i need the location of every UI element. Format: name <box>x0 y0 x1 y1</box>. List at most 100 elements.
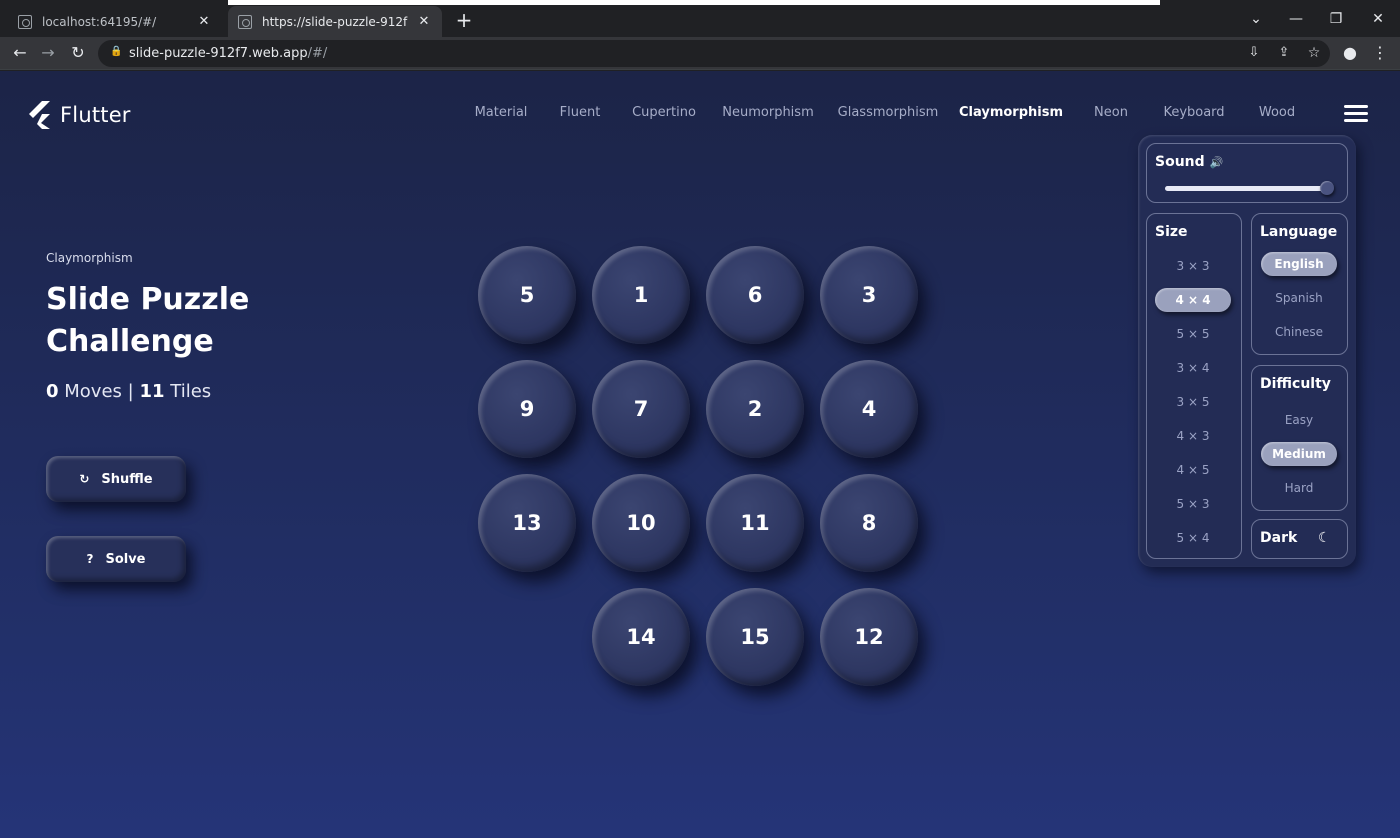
size-option[interactable]: 5 × 3 <box>1155 492 1231 516</box>
solve-label: Solve <box>105 551 146 567</box>
difficulty-option[interactable]: Hard <box>1261 476 1337 500</box>
size-option[interactable]: 3 × 3 <box>1155 254 1231 278</box>
language-heading: Language <box>1260 224 1338 240</box>
puzzle-info: Claymorphism Slide Puzzle Challenge 0 Mo… <box>46 251 306 402</box>
url-text: slide-puzzle-912f7.web.app/#/ <box>129 46 327 61</box>
language-option[interactable]: Spanish <box>1261 286 1337 310</box>
profile-avatar-icon[interactable]: ● <box>1338 41 1362 65</box>
close-tab-icon[interactable]: ✕ <box>416 14 432 29</box>
moves-label: Moves <box>64 381 122 402</box>
size-option[interactable]: 4 × 3 <box>1155 424 1231 448</box>
bookmark-star-icon[interactable]: ☆ <box>1302 41 1326 65</box>
size-option-selected[interactable]: 4 × 4 <box>1155 288 1231 312</box>
puzzle-tile[interactable]: 7 <box>592 360 690 458</box>
shuffle-label: Shuffle <box>101 471 153 487</box>
puzzle-tile[interactable]: 6 <box>706 246 804 344</box>
speaker-icon: 🔊 <box>1209 156 1224 169</box>
settings-panel: Sound 🔊 Size 3 × 3 4 × 4 5 × 5 3 × 4 3 ×… <box>1138 135 1356 567</box>
size-box: Size 3 × 3 4 × 4 5 × 5 3 × 4 3 × 5 4 × 3… <box>1146 213 1242 559</box>
browser-toolbar: ← → ↻ 🔒 slide-puzzle-912f7.web.app/#/ ⇩ … <box>0 37 1400 70</box>
size-option[interactable]: 5 × 4 <box>1155 526 1231 550</box>
language-box: Language English Spanish Chinese <box>1251 213 1348 355</box>
address-bar[interactable]: 🔒 slide-puzzle-912f7.web.app/#/ ⇩ ⇪ ☆ <box>98 40 1330 67</box>
tiles-count: 11 <box>139 381 165 402</box>
sound-label: Sound <box>1155 154 1205 170</box>
nav-item-cupertino[interactable]: Cupertino <box>632 105 696 120</box>
solve-button[interactable]: ? Solve <box>46 536 186 582</box>
puzzle-tile[interactable]: 13 <box>478 474 576 572</box>
tab-search-chevron-icon[interactable]: ⌄ <box>1236 8 1276 30</box>
difficulty-option[interactable]: Easy <box>1261 408 1337 432</box>
puzzle-tile[interactable]: 2 <box>706 360 804 458</box>
nav-item-wood[interactable]: Wood <box>1259 105 1295 120</box>
moves-tiles-counter: 0 Moves | 11 Tiles <box>46 381 306 402</box>
url-path: /#/ <box>307 46 328 61</box>
difficulty-box: Difficulty Easy Medium Hard <box>1251 365 1348 511</box>
close-window-icon[interactable]: ✕ <box>1358 8 1398 30</box>
browser-tab-localhost[interactable]: localhost:64195/#/ ✕ <box>8 6 222 37</box>
size-option[interactable]: 4 × 5 <box>1155 458 1231 482</box>
moon-icon: ☾ <box>1318 530 1331 546</box>
flutter-favicon-icon <box>238 14 252 29</box>
sound-slider[interactable] <box>1165 186 1329 191</box>
nav-item-fluent[interactable]: Fluent <box>560 105 601 120</box>
theme-mode-toggle[interactable]: Dark ☾ <box>1251 519 1348 559</box>
puzzle-tile[interactable]: 14 <box>592 588 690 686</box>
theme-nav: Material Fluent Cupertino Neumorphism Gl… <box>0 105 1400 125</box>
puzzle-tile[interactable]: 15 <box>706 588 804 686</box>
restore-icon[interactable]: ❐ <box>1316 8 1356 30</box>
page-title: Slide Puzzle Challenge <box>46 282 250 359</box>
close-tab-icon[interactable]: ✕ <box>196 14 212 29</box>
reload-icon[interactable]: ↻ <box>66 41 90 65</box>
language-option-selected[interactable]: English <box>1261 252 1337 276</box>
puzzle-tile[interactable]: 11 <box>706 474 804 572</box>
size-option[interactable]: 3 × 5 <box>1155 390 1231 414</box>
difficulty-heading: Difficulty <box>1260 376 1331 392</box>
puzzle-tile[interactable]: 4 <box>820 360 918 458</box>
sound-heading: Sound 🔊 <box>1155 154 1223 170</box>
nav-item-claymorphism[interactable]: Claymorphism <box>959 105 1063 120</box>
browser-tab-slide-puzzle[interactable]: https://slide-puzzle-912f7.web.ap ✕ <box>228 6 442 37</box>
flutter-favicon-icon <box>18 14 32 29</box>
lock-icon: 🔒 <box>110 46 123 57</box>
new-tab-icon[interactable]: + <box>454 10 474 30</box>
sound-slider-knob[interactable] <box>1320 181 1335 195</box>
top-strip <box>228 0 1160 5</box>
difficulty-option-selected[interactable]: Medium <box>1261 442 1337 466</box>
browser-menu-icon[interactable]: ⋮ <box>1368 41 1392 65</box>
theme-mode-label: Dark <box>1260 530 1298 546</box>
share-icon[interactable]: ⇪ <box>1272 41 1296 65</box>
theme-label: Claymorphism <box>46 251 133 265</box>
nav-item-glassmorphism[interactable]: Glassmorphism <box>838 105 939 120</box>
shuffle-button[interactable]: ↻ Shuffle <box>46 456 186 502</box>
url-host: slide-puzzle-912f7.web.app <box>129 46 308 61</box>
moves-count: 0 <box>46 381 59 402</box>
puzzle-tile[interactable]: 5 <box>478 246 576 344</box>
tab-title: https://slide-puzzle-912f7.web.ap <box>262 14 408 29</box>
puzzle-tile[interactable]: 9 <box>478 360 576 458</box>
hamburger-menu-icon[interactable] <box>1344 105 1368 123</box>
puzzle-tile[interactable]: 8 <box>820 474 918 572</box>
install-app-icon[interactable]: ⇩ <box>1242 41 1266 65</box>
nav-item-neon[interactable]: Neon <box>1094 105 1128 120</box>
tiles-label: Tiles <box>170 381 212 402</box>
size-option[interactable]: 5 × 5 <box>1155 322 1231 346</box>
refresh-icon: ↻ <box>79 472 90 486</box>
app-page: Flutter Material Fluent Cupertino Neumor… <box>0 71 1400 838</box>
nav-item-material[interactable]: Material <box>475 105 528 120</box>
minimize-icon[interactable]: — <box>1276 8 1316 30</box>
puzzle-tile[interactable]: 10 <box>592 474 690 572</box>
browser-tab-bar: localhost:64195/#/ ✕ https://slide-puzzl… <box>0 0 1400 37</box>
nav-item-keyboard[interactable]: Keyboard <box>1163 105 1224 120</box>
nav-item-neumorphism[interactable]: Neumorphism <box>722 105 813 120</box>
forward-arrow-icon[interactable]: → <box>36 41 60 65</box>
puzzle-tile[interactable]: 1 <box>592 246 690 344</box>
size-option[interactable]: 3 × 4 <box>1155 356 1231 380</box>
puzzle-tile[interactable]: 3 <box>820 246 918 344</box>
sound-box: Sound 🔊 <box>1146 143 1348 203</box>
language-option[interactable]: Chinese <box>1261 320 1337 344</box>
counter-separator: | <box>127 381 134 402</box>
puzzle-tile[interactable]: 12 <box>820 588 918 686</box>
tab-title: localhost:64195/#/ <box>42 14 157 29</box>
back-arrow-icon[interactable]: ← <box>8 41 32 65</box>
